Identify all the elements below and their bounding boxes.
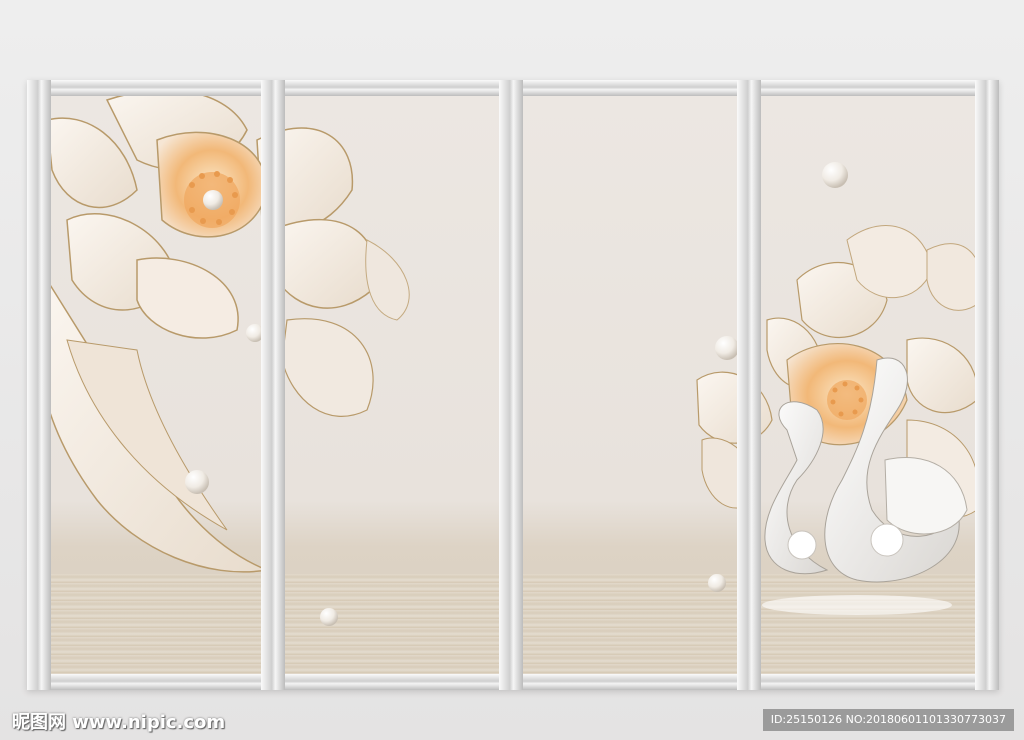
frame-divider-2 bbox=[499, 80, 523, 690]
frame-divider-3 bbox=[737, 80, 761, 690]
frame-rail-left bbox=[27, 80, 51, 690]
watermark-site: 昵图网 www.nipic.com bbox=[12, 712, 226, 733]
flower-icon bbox=[36, 89, 410, 573]
watermark-id: ID:25150126 NO:20180601101330773037 bbox=[762, 709, 1014, 731]
frame-rail-right bbox=[975, 80, 999, 690]
frame-divider-1 bbox=[261, 80, 285, 690]
mural-frame bbox=[27, 80, 999, 690]
